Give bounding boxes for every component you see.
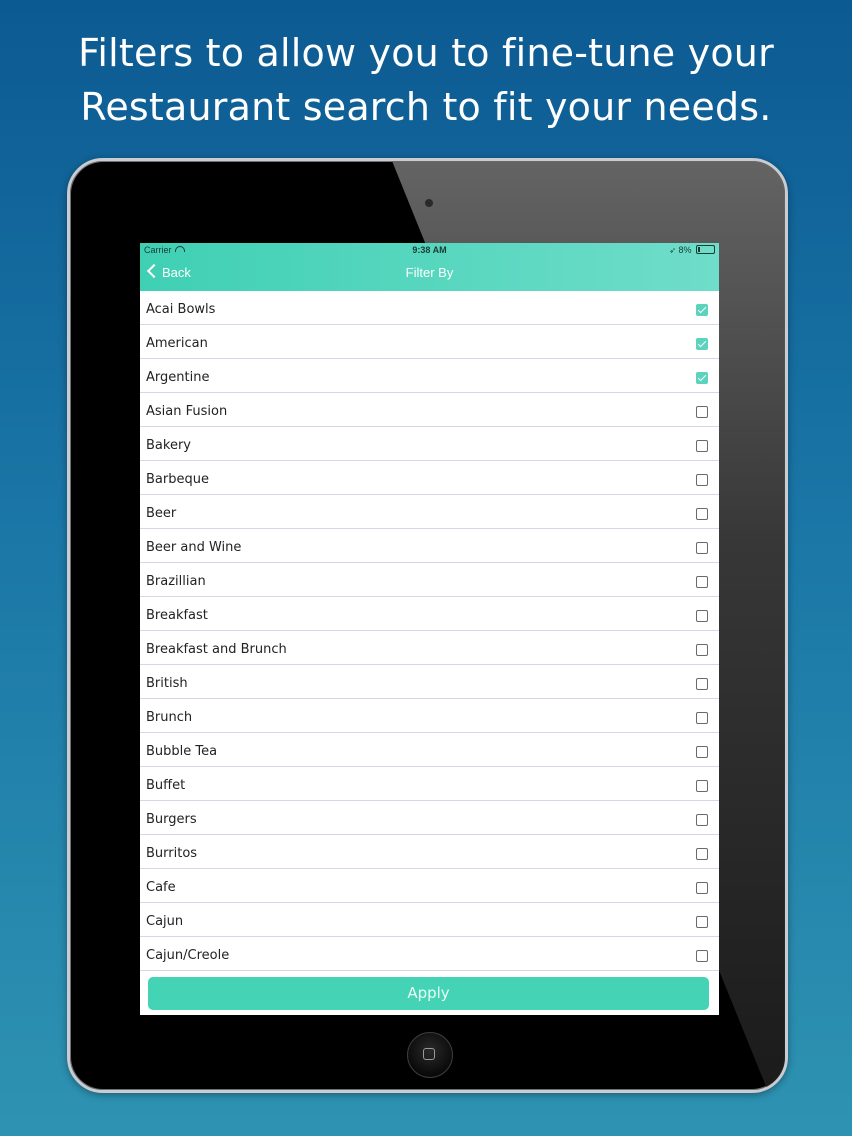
- filter-row[interactable]: Buffet: [140, 767, 719, 801]
- status-time: 9:38 AM: [412, 245, 447, 255]
- tablet-frame: Carrier 9:38 AM ➶ 8% Back Filter By Acai…: [67, 158, 788, 1093]
- filter-row[interactable]: Cajun: [140, 903, 719, 937]
- apply-bar: Apply: [140, 971, 719, 1015]
- filter-row[interactable]: American: [140, 325, 719, 359]
- filter-checkbox[interactable]: [696, 610, 708, 622]
- battery-icon: [696, 245, 715, 254]
- filter-checkbox[interactable]: [696, 304, 708, 316]
- filter-label: British: [146, 676, 188, 691]
- filter-row[interactable]: British: [140, 665, 719, 699]
- filter-label: Brunch: [146, 710, 193, 725]
- filter-checkbox[interactable]: [696, 508, 708, 520]
- filter-row[interactable]: Bakery: [140, 427, 719, 461]
- filter-label: Burgers: [146, 812, 197, 827]
- apply-button[interactable]: Apply: [148, 977, 709, 1010]
- filter-label: Bubble Tea: [146, 744, 218, 759]
- filter-row[interactable]: Beer: [140, 495, 719, 529]
- filter-label: Burritos: [146, 846, 198, 861]
- filter-row[interactable]: Burgers: [140, 801, 719, 835]
- filter-checkbox[interactable]: [696, 712, 708, 724]
- filter-checkbox[interactable]: [696, 338, 708, 350]
- filter-label: Acai Bowls: [146, 302, 216, 317]
- filter-label: Cajun/Creole: [146, 948, 230, 963]
- filter-checkbox[interactable]: [696, 440, 708, 452]
- filter-row[interactable]: Burritos: [140, 835, 719, 869]
- battery-percent: 8%: [678, 245, 692, 255]
- home-button-icon[interactable]: [407, 1032, 453, 1078]
- status-bar: Carrier 9:38 AM ➶ 8%: [140, 243, 719, 257]
- filter-label: Breakfast and Brunch: [146, 642, 287, 657]
- filter-checkbox[interactable]: [696, 474, 708, 486]
- filter-label: Buffet: [146, 778, 186, 793]
- filter-checkbox[interactable]: [696, 848, 708, 860]
- headline-line-2: Restaurant search to fit your needs.: [80, 85, 772, 129]
- navigation-bar: Back Filter By: [140, 257, 719, 291]
- filter-row[interactable]: Barbeque: [140, 461, 719, 495]
- filter-checkbox[interactable]: [696, 644, 708, 656]
- filter-checkbox[interactable]: [696, 780, 708, 792]
- filter-checkbox[interactable]: [696, 916, 708, 928]
- filter-row[interactable]: Acai Bowls: [140, 291, 719, 325]
- filter-label: Beer: [146, 506, 177, 521]
- filter-label: Breakfast: [146, 608, 208, 623]
- filter-row[interactable]: Cafe: [140, 869, 719, 903]
- filter-row[interactable]: Brazillian: [140, 563, 719, 597]
- status-right: ➶ 8%: [669, 245, 715, 255]
- filter-row[interactable]: Breakfast and Brunch: [140, 631, 719, 665]
- filter-label: Barbeque: [146, 472, 209, 487]
- filter-checkbox[interactable]: [696, 576, 708, 588]
- filter-row[interactable]: Breakfast: [140, 597, 719, 631]
- filter-checkbox[interactable]: [696, 746, 708, 758]
- filter-label: Brazillian: [146, 574, 206, 589]
- filter-row[interactable]: Argentine: [140, 359, 719, 393]
- filter-checkbox[interactable]: [696, 882, 708, 894]
- top-bar: Carrier 9:38 AM ➶ 8% Back Filter By: [140, 243, 719, 291]
- filter-checkbox[interactable]: [696, 542, 708, 554]
- filter-label: Beer and Wine: [146, 540, 242, 555]
- filter-list[interactable]: Acai Bowls American Argentine Asian Fusion B…: [140, 291, 719, 971]
- filter-row[interactable]: Asian Fusion: [140, 393, 719, 427]
- promo-headline: Filters to allow you to fine-tune your R…: [0, 26, 852, 134]
- page-title: Filter By: [405, 265, 454, 280]
- filter-row[interactable]: Cajun/Creole: [140, 937, 719, 971]
- filter-label: Cajun: [146, 914, 184, 929]
- headline-line-1: Filters to allow you to fine-tune your: [78, 31, 774, 75]
- filter-row[interactable]: Beer and Wine: [140, 529, 719, 563]
- filter-row[interactable]: Brunch: [140, 699, 719, 733]
- filter-label: Argentine: [146, 370, 210, 385]
- filter-row[interactable]: Bubble Tea: [140, 733, 719, 767]
- filter-checkbox[interactable]: [696, 372, 708, 384]
- filter-label: Asian Fusion: [146, 404, 228, 419]
- filter-checkbox[interactable]: [696, 678, 708, 690]
- filter-checkbox[interactable]: [696, 406, 708, 418]
- app-screen: Carrier 9:38 AM ➶ 8% Back Filter By Acai…: [140, 243, 719, 1015]
- filter-label: Bakery: [146, 438, 191, 453]
- location-arrow-icon: ➶: [669, 246, 676, 255]
- filter-checkbox[interactable]: [696, 950, 708, 962]
- filter-label: American: [146, 336, 208, 351]
- filter-checkbox[interactable]: [696, 814, 708, 826]
- filter-label: Cafe: [146, 880, 176, 895]
- camera-icon: [425, 199, 433, 207]
